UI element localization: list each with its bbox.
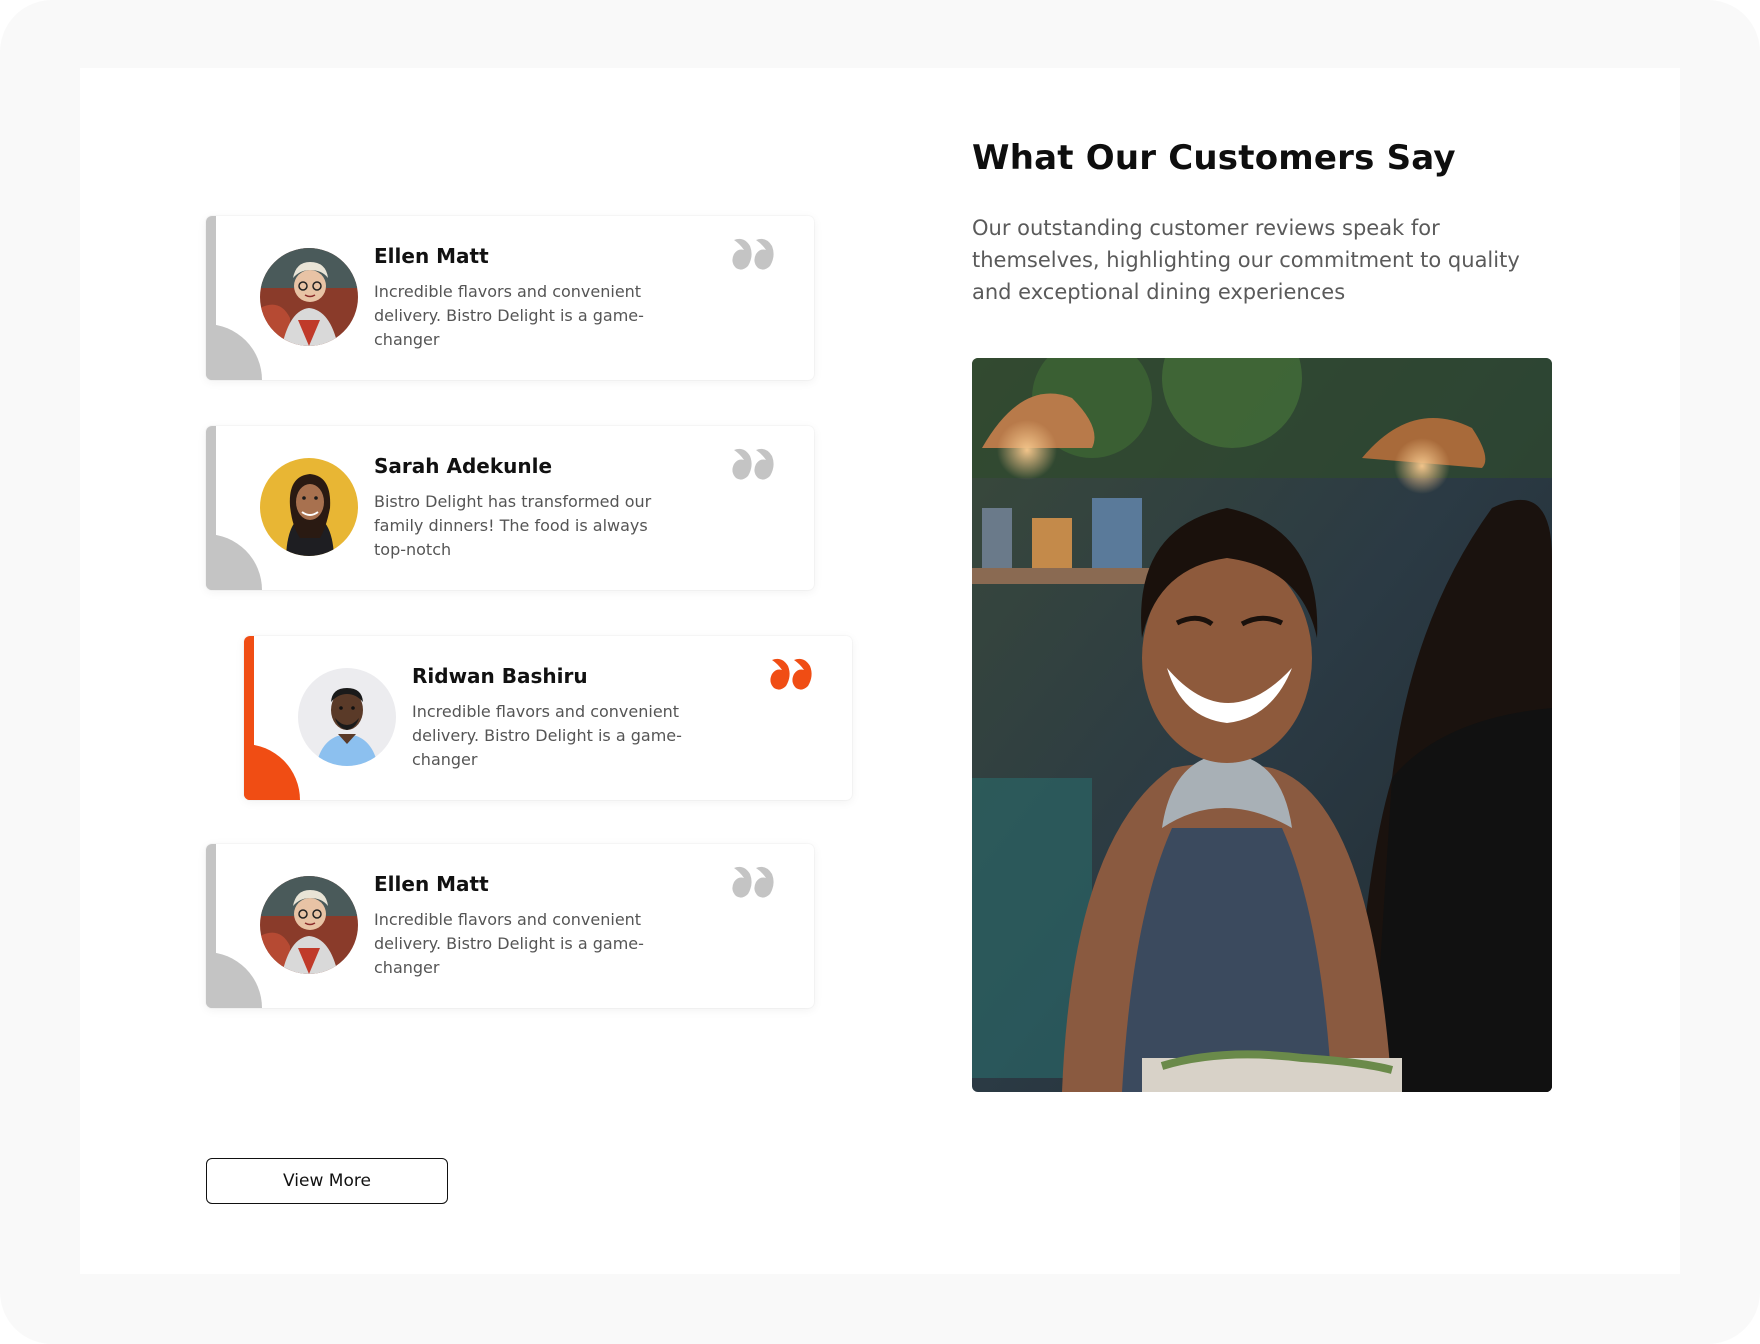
testimonial-text: Incredible flavors and convenient delive… — [412, 702, 682, 769]
quote-icon — [768, 654, 814, 692]
card-accent-corner — [206, 324, 262, 380]
testimonial-card[interactable]: Ellen Matt Incredible flavors and conven… — [206, 844, 814, 1008]
avatar — [260, 876, 358, 974]
testimonial-card-active[interactable]: Ridwan Bashiru Incredible flavors and co… — [244, 636, 852, 800]
avatar — [298, 668, 396, 766]
quote-icon — [730, 862, 776, 900]
quote-icon — [730, 234, 776, 272]
testimonial-card[interactable]: Ellen Matt Incredible flavors and conven… — [206, 216, 814, 380]
view-more-button[interactable]: View More — [206, 1158, 448, 1204]
card-accent-corner — [244, 744, 300, 800]
testimonial-name: Ridwan Bashiru — [412, 664, 588, 688]
avatar — [260, 248, 358, 346]
testimonial-name: Ellen Matt — [374, 872, 489, 896]
section-intro: Our outstanding customer reviews speak f… — [972, 216, 1520, 304]
testimonial-text: Incredible flavors and convenient delive… — [374, 282, 644, 349]
section-title: What Our Customers Say — [972, 138, 1456, 178]
testimonial-text: Incredible flavors and convenient delive… — [374, 910, 644, 977]
testimonial-text: Bistro Delight has transformed our famil… — [374, 492, 652, 559]
testimonial-card[interactable]: Sarah Adekunle Bistro Delight has transf… — [206, 426, 814, 590]
card-accent-corner — [206, 952, 262, 1008]
testimonial-name: Sarah Adekunle — [374, 454, 553, 478]
testimonial-name: Ellen Matt — [374, 244, 489, 268]
avatar — [260, 458, 358, 556]
card-accent-corner — [206, 534, 262, 590]
customer-photo — [972, 358, 1552, 1092]
page-frame: Ellen Matt Incredible flavors and conven… — [0, 0, 1760, 1344]
quote-icon — [730, 444, 776, 482]
